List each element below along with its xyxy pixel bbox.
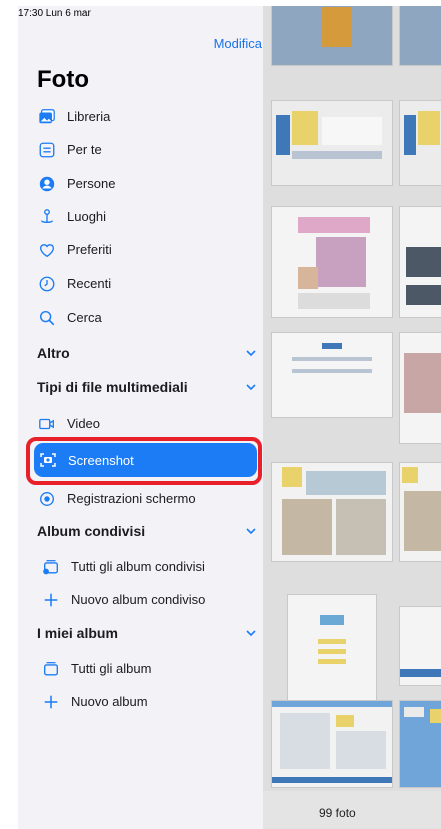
sidebar-item-nuovo-album[interactable]: Nuovo album — [18, 685, 263, 718]
page-title: Foto — [37, 66, 89, 93]
sidebar-item-per-te[interactable]: Per te — [18, 133, 263, 166]
photo-thumbnail[interactable] — [287, 594, 377, 704]
section-label: Album condivisi — [37, 522, 146, 539]
sidebar-item-video[interactable]: Video — [18, 407, 263, 440]
sidebar-item-label: Cerca — [67, 310, 102, 325]
section-media-types[interactable]: Tipi di file multimediali — [18, 370, 263, 403]
sidebar-item-label: Recenti — [67, 276, 112, 291]
plus-icon — [41, 692, 61, 712]
sidebar-item-luoghi[interactable]: Luoghi — [18, 200, 263, 233]
sidebar-item-tutti-album[interactable]: Tutti gli album — [18, 652, 263, 685]
sidebar-item-persone[interactable]: Persone — [18, 167, 263, 200]
photo-thumbnail[interactable] — [271, 700, 393, 788]
sidebar-item-label: Tutti gli album condivisi — [71, 559, 205, 574]
photo-thumbnail[interactable] — [399, 700, 441, 788]
section-shared-albums[interactable]: Album condivisi — [18, 514, 263, 547]
plus-icon — [41, 590, 61, 610]
sidebar-item-label: Registrazioni schermo — [67, 491, 196, 506]
sidebar-item-cerca[interactable]: Cerca — [18, 301, 263, 334]
sidebar: 17:30 Lun 6 mar Modifica Foto Libreria P… — [18, 6, 263, 829]
heart-icon — [37, 240, 57, 260]
sidebar-item-label: Nuovo album condiviso — [71, 592, 206, 607]
map-pin-icon — [37, 207, 57, 227]
photo-thumbnail[interactable] — [271, 206, 393, 318]
photo-thumbnail[interactable] — [399, 332, 441, 444]
photo-thumbnail[interactable] — [399, 606, 441, 686]
for-you-icon — [37, 140, 57, 160]
chevron-down-icon — [246, 349, 256, 356]
sidebar-item-preferiti[interactable]: Preferiti — [18, 233, 263, 266]
sidebar-item-label: Video — [67, 416, 101, 431]
section-label: Tipi di file multimediali — [37, 378, 188, 395]
video-icon — [37, 414, 57, 434]
sidebar-item-label: Tutti gli album — [71, 661, 152, 676]
photo-thumbnail[interactable] — [271, 100, 393, 186]
screenshot-icon — [38, 450, 58, 470]
search-icon — [37, 308, 57, 328]
photo-count: 99 foto — [319, 806, 356, 820]
sidebar-item-label: Screenshot — [68, 452, 134, 468]
sidebar-item-recenti[interactable]: Recenti — [18, 267, 263, 300]
photo-thumbnail[interactable] — [399, 206, 441, 318]
photo-thumbnail[interactable] — [399, 6, 441, 66]
sidebar-item-label: Per te — [67, 142, 102, 157]
photo-thumbnail[interactable] — [271, 6, 393, 66]
sidebar-item-label: Luoghi — [67, 209, 107, 224]
screen-recording-icon — [37, 489, 57, 509]
person-icon — [37, 174, 57, 194]
chevron-down-icon — [246, 527, 256, 534]
sidebar-item-label: Preferiti — [67, 242, 112, 257]
sidebar-item-libreria[interactable]: Libreria — [18, 100, 263, 133]
photo-thumbnail[interactable] — [271, 332, 393, 418]
photo-library-icon — [37, 107, 57, 127]
status-time: 17:30 Lun 6 mar — [18, 8, 91, 19]
sidebar-item-label: Nuovo album — [71, 694, 148, 709]
sidebar-item-registrazioni[interactable]: Registrazioni schermo — [18, 482, 263, 515]
sidebar-item-nuovo-album-condiviso[interactable]: Nuovo album condiviso — [18, 583, 263, 616]
photo-thumbnail[interactable] — [399, 100, 441, 186]
sidebar-item-label: Persone — [67, 176, 116, 191]
section-my-albums[interactable]: I miei album — [18, 616, 263, 649]
section-label: I miei album — [37, 624, 118, 641]
sidebar-item-screenshot[interactable]: Screenshot — [34, 443, 257, 477]
chevron-down-icon — [246, 629, 256, 636]
chevron-down-icon — [246, 383, 256, 390]
section-label: Altro — [37, 344, 70, 361]
photo-thumbnail[interactable] — [271, 462, 393, 562]
sidebar-item-label: Libreria — [67, 109, 111, 124]
photo-grid: 99 foto — [263, 6, 441, 829]
edit-button[interactable]: Modifica — [214, 36, 262, 51]
shared-album-icon — [41, 557, 61, 577]
section-altro[interactable]: Altro — [18, 336, 263, 369]
photo-thumbnail[interactable] — [399, 462, 441, 562]
album-icon — [41, 659, 61, 679]
clock-icon — [37, 274, 57, 294]
sidebar-item-tutti-album-condivisi[interactable]: Tutti gli album condivisi — [18, 550, 263, 583]
ipad-screen: 17:30 Lun 6 mar Modifica Foto Libreria P… — [18, 6, 441, 829]
